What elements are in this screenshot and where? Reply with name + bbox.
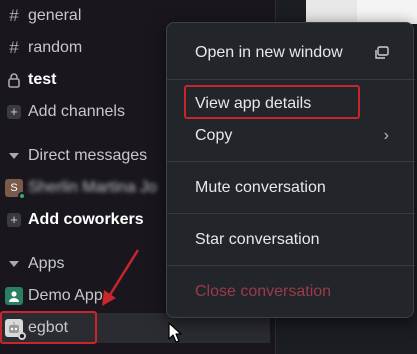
avatar-initial: S bbox=[10, 182, 18, 194]
menu-item-mute[interactable]: Mute conversation bbox=[167, 173, 415, 203]
app-label: Demo App bbox=[28, 287, 103, 304]
menu-item-copy[interactable]: Copy › bbox=[167, 121, 415, 151]
caret-down-icon bbox=[9, 153, 19, 159]
chevron-right-icon: › bbox=[383, 127, 389, 144]
avatar: S bbox=[5, 179, 26, 200]
menu-item-label: Mute conversation bbox=[195, 179, 326, 196]
mouse-cursor-icon bbox=[168, 322, 182, 343]
channel-label: general bbox=[28, 7, 82, 24]
presence-dot-icon bbox=[18, 192, 26, 200]
menu-item-label: Open in new window bbox=[195, 44, 343, 61]
plus-icon: + bbox=[7, 105, 21, 119]
new-window-icon bbox=[375, 46, 389, 59]
section-label: Direct messages bbox=[28, 147, 148, 164]
menu-divider bbox=[167, 79, 415, 80]
menu-divider bbox=[167, 265, 415, 266]
app-avatar-icon bbox=[5, 287, 23, 305]
slack-window: # general # random test + Add channels D… bbox=[0, 0, 417, 354]
plus-icon: + bbox=[7, 213, 21, 227]
dm-user-name: Sherlin Martina Jo bbox=[28, 179, 157, 196]
add-coworkers-label: Add coworkers bbox=[28, 211, 144, 228]
add-channels-label: Add channels bbox=[28, 103, 125, 120]
header-area-light bbox=[357, 0, 417, 24]
caret-down-icon bbox=[9, 261, 19, 267]
channel-label: test bbox=[28, 71, 57, 88]
hash-icon: # bbox=[9, 6, 19, 25]
annotation-arrow-icon bbox=[102, 249, 140, 306]
menu-divider bbox=[167, 213, 415, 214]
menu-item-close-conversation[interactable]: Close conversation bbox=[167, 277, 415, 307]
menu-item-star[interactable]: Star conversation bbox=[167, 225, 415, 255]
lock-icon bbox=[0, 72, 28, 88]
menu-item-label: Copy bbox=[195, 127, 233, 144]
menu-divider bbox=[167, 161, 415, 162]
context-menu: Open in new window View app details Copy… bbox=[166, 22, 415, 318]
menu-item-open-new-window[interactable]: Open in new window bbox=[167, 38, 415, 68]
section-label: Apps bbox=[28, 255, 65, 272]
channel-label: random bbox=[28, 39, 83, 56]
menu-item-label: Star conversation bbox=[195, 231, 320, 248]
highlight-box-view-app-details bbox=[184, 85, 360, 119]
hash-icon: # bbox=[9, 38, 19, 57]
highlight-box-egbot bbox=[0, 311, 97, 344]
menu-item-label: Close conversation bbox=[195, 283, 332, 300]
